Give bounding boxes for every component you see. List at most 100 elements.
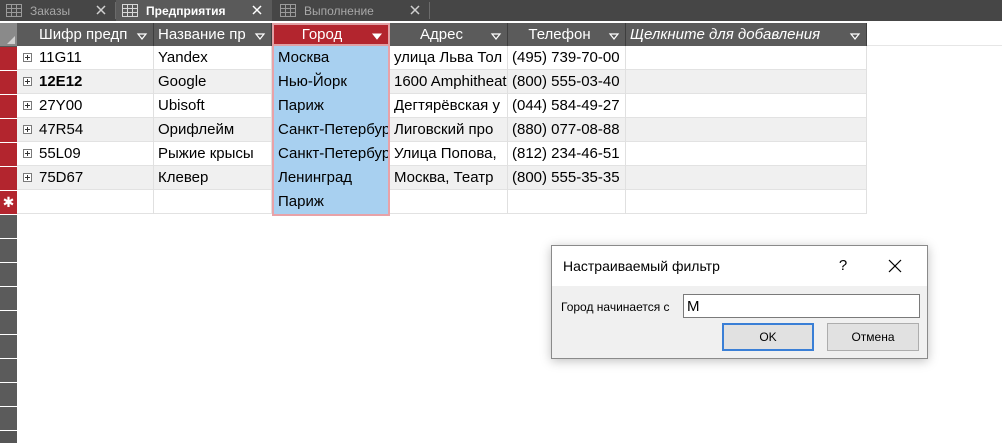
table-row[interactable]: 55L09 Рыжие крысы Санкт-Петербург Улица … (17, 142, 867, 166)
cell-city[interactable]: Москва (272, 46, 390, 70)
cell-city[interactable]: Ленинград (272, 166, 390, 190)
cell-phone[interactable] (508, 190, 626, 214)
cell-name[interactable]: Ubisoft (154, 94, 272, 118)
close-icon[interactable] (94, 3, 108, 17)
new-record-selector[interactable]: ✱ (0, 191, 17, 215)
ok-button[interactable]: OK (722, 323, 814, 351)
table-row[interactable]: 47R54 Орифлейм Санкт-Петербург Лиговский… (17, 118, 867, 142)
cell-phone[interactable]: (812) 234-46-51 (508, 142, 626, 166)
table-row[interactable]: 11G11 Yandex Москва улица Льва Тол (495)… (17, 46, 867, 70)
cell-code[interactable]: 12E12 (35, 70, 154, 94)
filter-dropdown-icon[interactable] (607, 29, 621, 41)
cell-add-field[interactable] (626, 70, 867, 94)
close-icon[interactable] (408, 3, 422, 17)
cell-code[interactable]: 75D67 (35, 166, 154, 190)
filter-dropdown-icon[interactable] (370, 29, 384, 41)
expand-subdatasheet-icon[interactable] (23, 77, 32, 86)
record-selector[interactable] (0, 71, 17, 95)
cell-code[interactable]: 27Y00 (35, 94, 154, 118)
cell-address[interactable]: Улица Попова, (390, 142, 508, 166)
cell-city[interactable]: Париж (272, 94, 390, 118)
cell-name[interactable]: Орифлейм (154, 118, 272, 142)
cell-add-field[interactable] (626, 46, 867, 70)
close-icon[interactable] (887, 258, 903, 274)
tab-label: Заказы (30, 3, 71, 18)
record-selector[interactable] (0, 167, 17, 191)
cell-add-field[interactable] (626, 118, 867, 142)
cell-city[interactable]: Париж (272, 190, 390, 214)
cell-city[interactable]: Санкт-Петербург (272, 118, 390, 142)
column-header-phone[interactable]: Телефон (508, 23, 626, 46)
table-row[interactable]: 12E12 Google Нью-Йорк 1600 Amphitheat (8… (17, 70, 867, 94)
table-icon (6, 4, 22, 17)
tab-enterprises[interactable]: Предприятия (116, 0, 272, 21)
expand-subdatasheet-icon[interactable] (23, 101, 32, 110)
filter-dropdown-icon[interactable] (848, 29, 862, 41)
table-icon (122, 4, 138, 17)
table-icon (280, 4, 296, 17)
cell-code[interactable]: 47R54 (35, 118, 154, 142)
record-selector[interactable] (0, 143, 17, 167)
record-selector[interactable] (0, 47, 17, 71)
expand-subdatasheet-icon[interactable] (23, 173, 32, 182)
tab-execution[interactable]: Выполнение (272, 0, 430, 21)
filter-dropdown-icon[interactable] (489, 29, 503, 41)
column-header-address[interactable]: Адрес (390, 23, 508, 46)
column-header-code[interactable]: Шифр предп (35, 23, 154, 46)
help-icon[interactable]: ? (835, 257, 851, 274)
cell-phone[interactable]: (800) 555-35-35 (508, 166, 626, 190)
column-header-city[interactable]: Город (272, 23, 390, 46)
record-selector-empty (0, 263, 17, 287)
cell-city[interactable]: Нью-Йорк (272, 70, 390, 94)
cell-add-field[interactable] (626, 94, 867, 118)
cell-code[interactable] (35, 190, 154, 214)
cell-address[interactable]: улица Льва Тол (390, 46, 508, 70)
expand-subdatasheet-icon[interactable] (23, 53, 32, 62)
close-icon[interactable] (250, 3, 264, 17)
tab-orders[interactable]: Заказы (0, 0, 116, 21)
cell-name[interactable]: Рыжие крысы (154, 142, 272, 166)
filter-value-input[interactable] (683, 294, 920, 318)
cell-name[interactable]: Google (154, 70, 272, 94)
record-selector-empty (0, 311, 17, 335)
cell-code[interactable]: 11G11 (35, 46, 154, 70)
expand-subdatasheet-icon[interactable] (23, 149, 32, 158)
cell-phone[interactable]: (800) 555-03-40 (508, 70, 626, 94)
cell-address[interactable]: Лиговский про (390, 118, 508, 142)
record-selector[interactable] (0, 95, 17, 119)
cell-add-field[interactable] (626, 190, 867, 214)
cell-address[interactable]: Дегтярёвская у (390, 94, 508, 118)
cell-code[interactable]: 55L09 (35, 142, 154, 166)
table-row[interactable]: 27Y00 Ubisoft Париж Дегтярёвская у (044)… (17, 94, 867, 118)
cell-city[interactable]: Санкт-Петербург (272, 142, 390, 166)
cell-phone[interactable]: (880) 077-08-88 (508, 118, 626, 142)
filter-dropdown-icon[interactable] (253, 29, 267, 41)
cell-address[interactable]: Москва, Театр (390, 166, 508, 190)
cell-add-field[interactable] (626, 142, 867, 166)
tab-label: Предприятия (146, 3, 226, 18)
cancel-button[interactable]: Отмена (827, 323, 919, 351)
column-header-name[interactable]: Название пр (154, 23, 272, 46)
column-header-add-field[interactable]: Щелкните для добавления (626, 23, 867, 46)
new-record-row[interactable]: Париж (17, 190, 867, 214)
dialog-titlebar[interactable]: Настраиваемый фильтр ? (552, 246, 927, 286)
cell-name[interactable]: Yandex (154, 46, 272, 70)
cell-phone[interactable]: (495) 739-70-00 (508, 46, 626, 70)
column-header-label: Телефон (528, 26, 591, 43)
expand-subdatasheet-icon[interactable] (23, 125, 32, 134)
filter-dropdown-icon[interactable] (135, 29, 149, 41)
cell-phone[interactable]: (044) 584-49-27 (508, 94, 626, 118)
table-row[interactable]: 75D67 Клевер Ленинград Москва, Театр (80… (17, 166, 867, 190)
cell-address[interactable] (390, 190, 508, 214)
cell-address[interactable]: 1600 Amphitheat (390, 70, 508, 94)
record-selector-empty (0, 383, 17, 407)
record-selector-empty (0, 335, 17, 359)
cell-add-field[interactable] (626, 166, 867, 190)
record-selector[interactable] (0, 119, 17, 143)
dialog-title: Настраиваемый фильтр (563, 258, 720, 274)
select-all-corner[interactable] (0, 23, 17, 46)
cell-name[interactable]: Клевер (154, 166, 272, 190)
cell-name[interactable] (154, 190, 272, 214)
column-header-label: Адрес (420, 26, 463, 43)
record-selector-empty (0, 215, 17, 239)
